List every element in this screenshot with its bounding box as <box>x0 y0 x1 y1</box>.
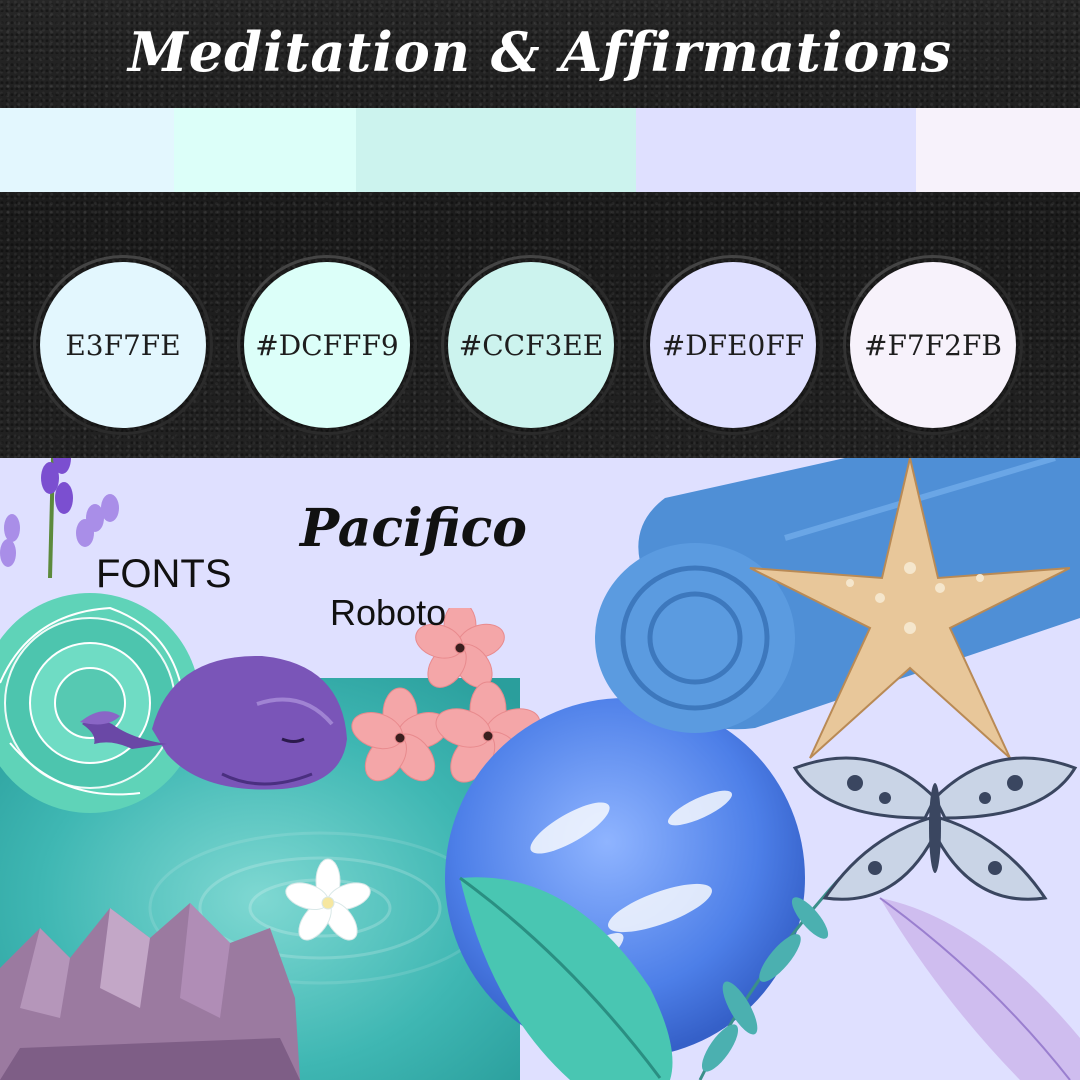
palette-stripe <box>916 108 1080 192</box>
swatch-circle: #DCFFF9 <box>220 238 434 452</box>
amethyst-crystal-icon <box>0 903 300 1080</box>
swatch-label: E3F7FE <box>65 328 181 362</box>
leaf-icon <box>459 876 673 1080</box>
whale-icon <box>80 655 347 790</box>
swatch-label: #F7F2FB <box>864 328 1002 362</box>
font-secondary-sample: Roboto <box>330 592 447 633</box>
swatch-circle: #CCF3EE <box>424 238 638 452</box>
swatch-circle: #DFE0FF <box>626 238 840 452</box>
palette-stripe <box>174 108 356 192</box>
fonts-heading: FONTS <box>96 552 232 596</box>
font-primary-sample: Pacifico <box>300 498 527 559</box>
palette-stripe <box>636 108 916 192</box>
swatch-label: #DCFFF9 <box>255 328 399 362</box>
swatch-label: #CCF3EE <box>458 328 604 362</box>
moodboard-canvas: Meditation & Affirmations E3F7FE #DCFFF9… <box>0 0 1080 1080</box>
swatch-circle: #F7F2FB <box>826 238 1040 452</box>
palette-stripe <box>356 108 636 192</box>
page-title: Meditation & Affirmations <box>127 20 953 84</box>
swatch-circle: E3F7FE <box>16 238 230 452</box>
swatch-label: #DFE0FF <box>661 328 805 362</box>
lower-panel: FONTS Pacifico Roboto <box>0 458 1080 1080</box>
palette-stripe <box>0 108 174 192</box>
palette-strip <box>0 108 1080 192</box>
butterfly-icon <box>792 756 1078 901</box>
